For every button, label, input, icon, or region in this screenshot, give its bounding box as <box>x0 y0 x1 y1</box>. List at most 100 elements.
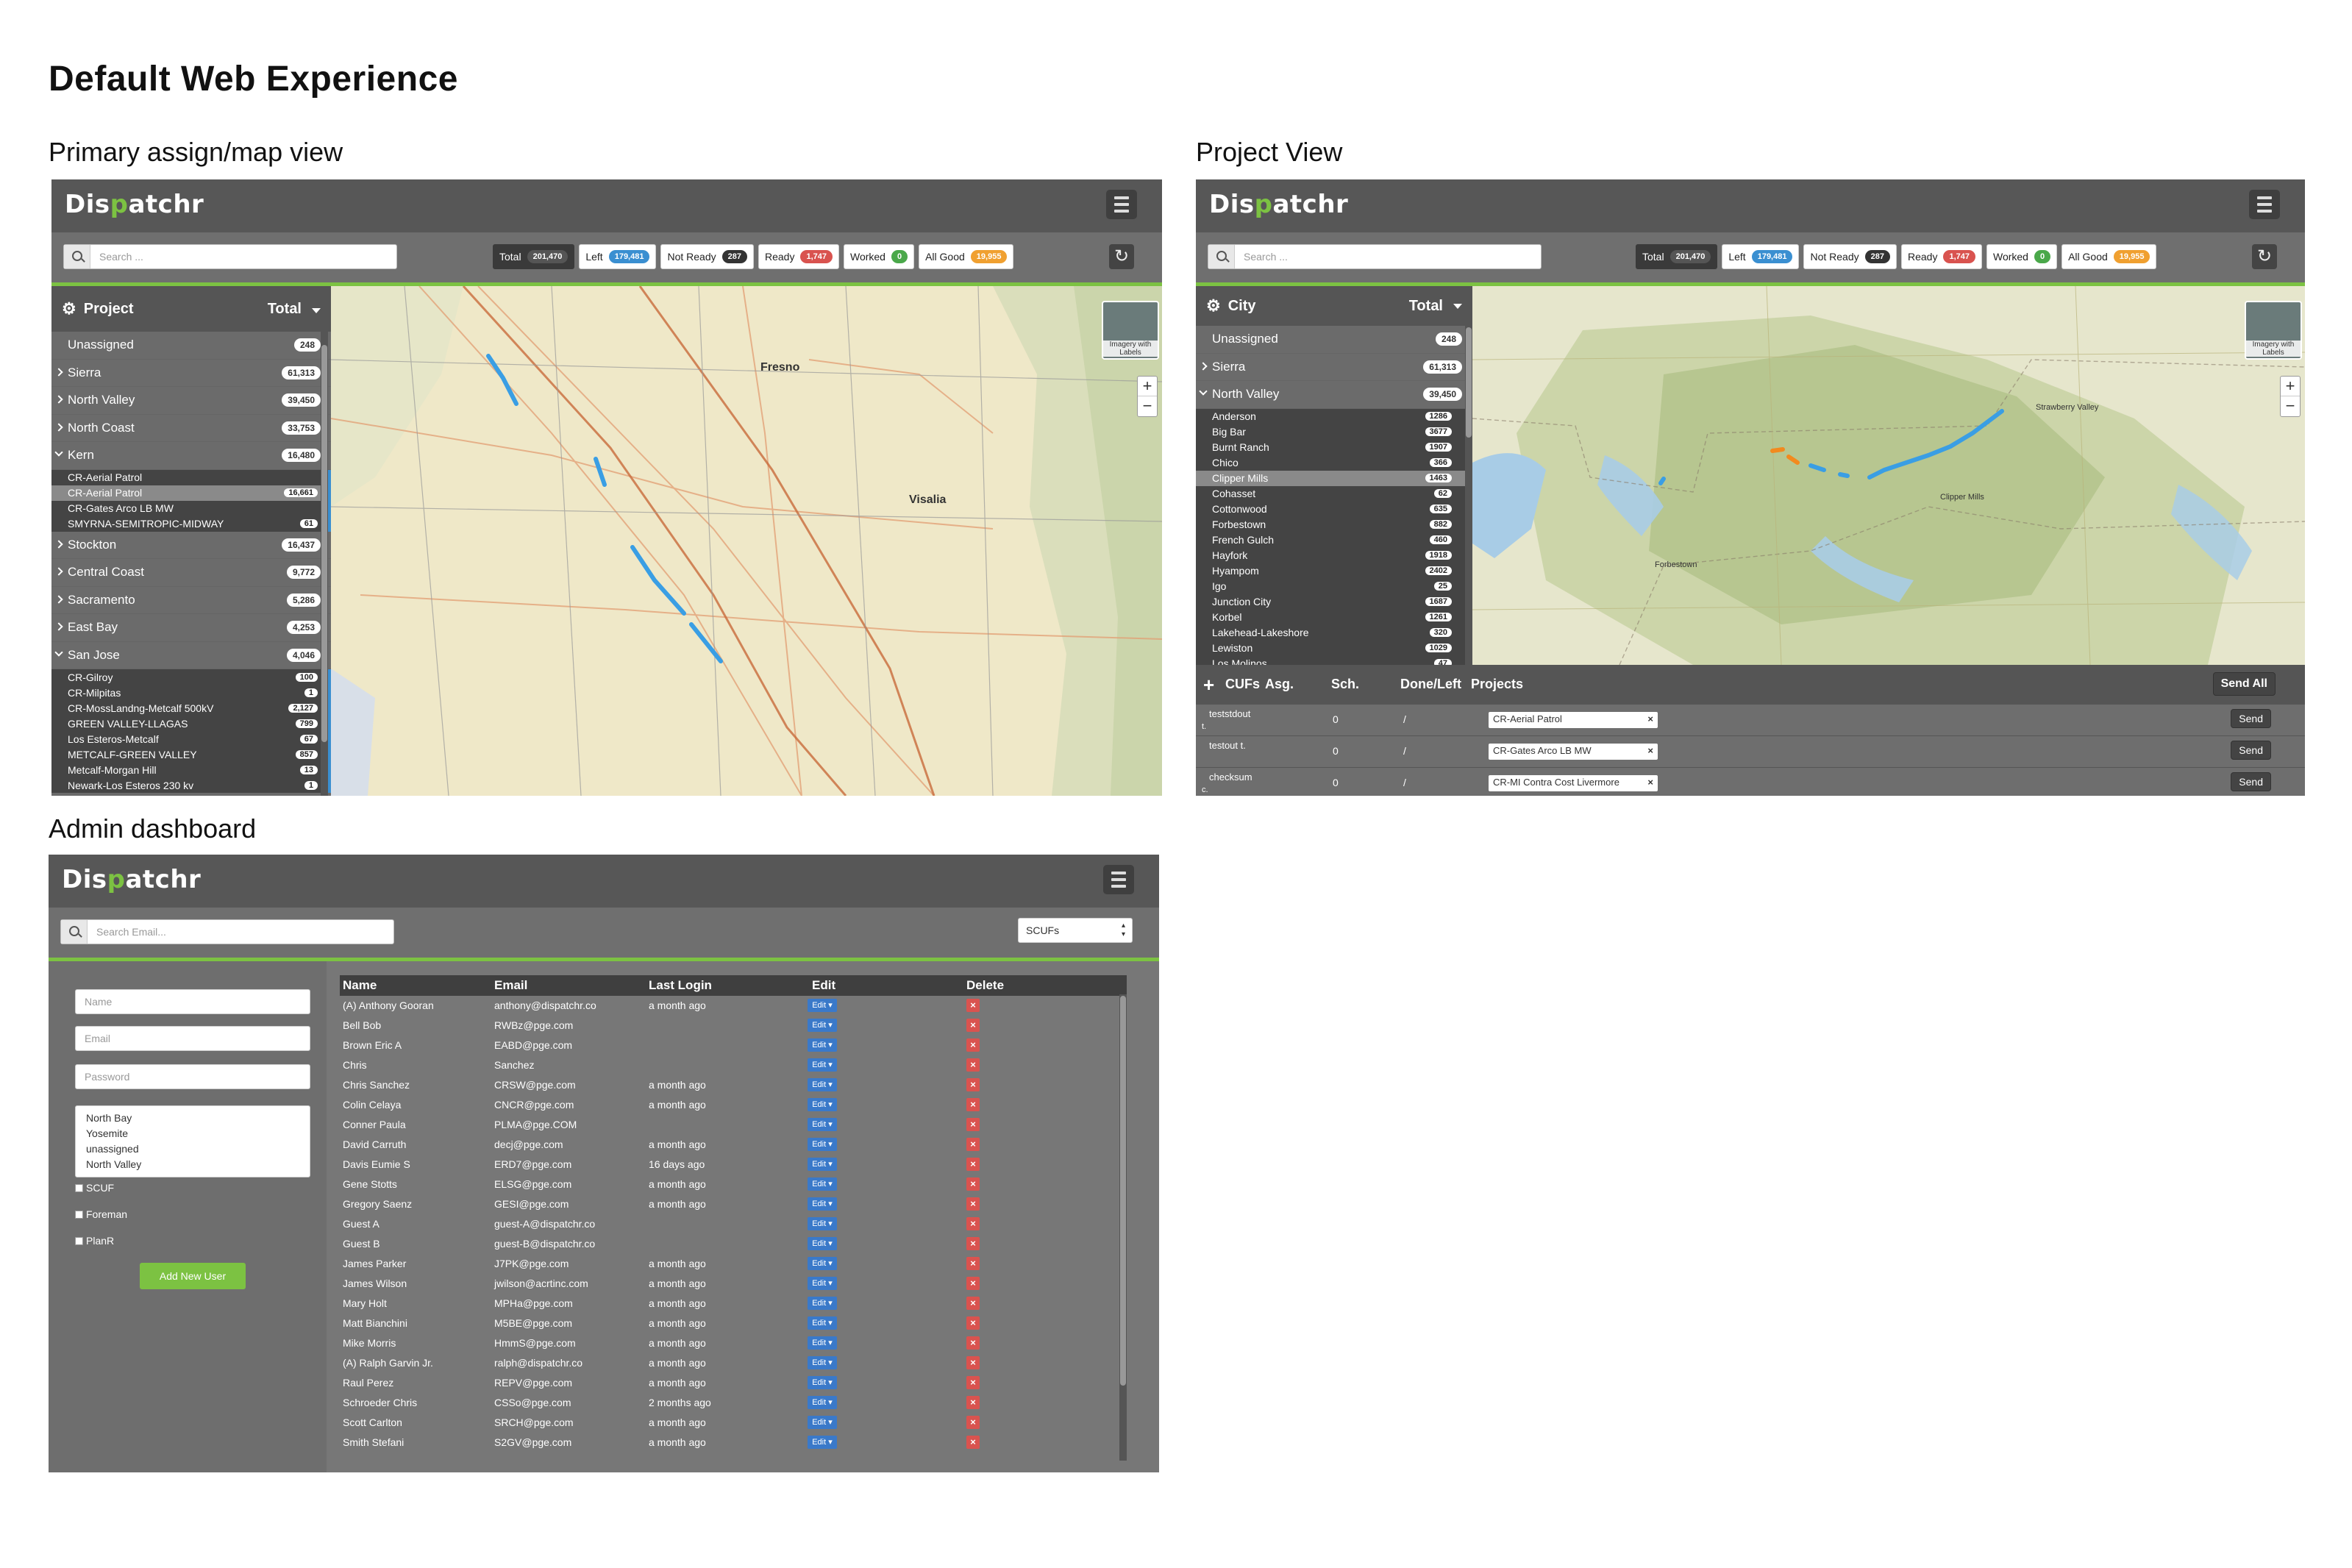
sidebar-city-item[interactable]: Clipper Mills 1463 <box>1196 470 1472 486</box>
sidebar-region[interactable]: Unassigned 248 <box>51 332 331 360</box>
edit-button[interactable]: Edit ▾ <box>808 1316 837 1330</box>
planr-checkbox[interactable]: PlanR <box>75 1235 114 1247</box>
chevron-icon[interactable] <box>54 422 63 432</box>
edit-button[interactable]: Edit ▾ <box>808 1336 837 1350</box>
stat-worked[interactable]: Worked 0 <box>843 244 915 269</box>
region-option[interactable]: North Bay <box>86 1111 299 1126</box>
edit-button[interactable]: Edit ▾ <box>808 1197 837 1211</box>
imagery-toggle[interactable]: Imagery with Labels <box>1102 301 1159 360</box>
edit-button[interactable]: Edit ▾ <box>808 1038 837 1052</box>
sidebar-region[interactable]: Sierra 61,313 <box>1196 354 1472 381</box>
delete-icon[interactable]: × <box>966 1376 980 1389</box>
delete-icon[interactable]: × <box>966 1098 980 1111</box>
sidebar-project-item[interactable]: CR-Aerial Patrol16,6612 <box>51 485 331 501</box>
sidebar-city-item[interactable]: Lewiston 1029 <box>1196 640 1472 656</box>
stat-total[interactable]: Total 201,470 <box>493 244 575 269</box>
foreman-checkbox[interactable]: Foreman <box>75 1208 127 1220</box>
sidebar-city-item[interactable]: Igo 25 <box>1196 578 1472 594</box>
map-area[interactable]: Fresno Visalia Imagery with Labels + − <box>331 286 1162 796</box>
sidebar-region[interactable]: Central Coast 9,772 <box>51 559 331 587</box>
sidebar-city-item[interactable]: Cohasset 62 <box>1196 485 1472 502</box>
delete-icon[interactable]: × <box>966 1058 980 1072</box>
zoom-out-button[interactable]: − <box>1138 396 1157 416</box>
sidebar-project-item[interactable]: Newark-Los Esteros 230 kv11 <box>51 777 331 793</box>
edit-button[interactable]: Edit ▾ <box>808 1217 837 1230</box>
chevron-icon[interactable] <box>1199 387 1208 396</box>
chevron-icon[interactable] <box>1199 361 1208 371</box>
edit-button[interactable]: Edit ▾ <box>808 1177 837 1191</box>
refresh-icon[interactable]: ↻ <box>1109 244 1134 269</box>
sidebar-region[interactable]: Sierra 61,313 <box>51 360 331 387</box>
sidebar-city-item[interactable]: Anderson 1286 <box>1196 408 1472 424</box>
chevron-icon[interactable] <box>54 647 63 657</box>
sidebar-city-item[interactable]: French Gulch 460 <box>1196 532 1472 548</box>
sidebar-city-item[interactable]: Los Molinos 47 <box>1196 655 1472 665</box>
delete-icon[interactable]: × <box>966 1297 980 1310</box>
sidebar-project-item[interactable]: CR-MossLandng-Metcalf 500kV2,1271 <box>51 700 331 716</box>
chevron-icon[interactable] <box>54 567 63 576</box>
sidebar-project-item[interactable]: GREEN VALLEY-LLAGAS7991 <box>51 716 331 731</box>
edit-button[interactable]: Edit ▾ <box>808 1019 837 1032</box>
sidebar-project-item[interactable]: Metcalf-Morgan Hill132 <box>51 762 331 777</box>
menu-icon[interactable] <box>1103 865 1134 894</box>
delete-icon[interactable]: × <box>966 1158 980 1171</box>
add-cuf-icon[interactable]: + <box>1203 674 1214 696</box>
remove-icon[interactable]: × <box>1647 745 1653 756</box>
edit-button[interactable]: Edit ▾ <box>808 1237 837 1250</box>
region-option[interactable]: Yosemite <box>86 1126 299 1141</box>
delete-icon[interactable]: × <box>966 1277 980 1290</box>
imagery-toggle[interactable]: Imagery with Labels <box>2245 301 2302 360</box>
chevron-down-icon[interactable] <box>1453 304 1462 309</box>
delete-icon[interactable]: × <box>966 1177 980 1191</box>
send-button[interactable]: Send <box>2231 772 2271 791</box>
region-option[interactable]: North Valley <box>86 1157 299 1172</box>
chevron-icon[interactable] <box>54 594 63 604</box>
delete-icon[interactable]: × <box>966 1197 980 1211</box>
sidebar-project-item[interactable]: CR-Aerial Patrol0 <box>51 469 331 485</box>
email-field[interactable]: Email <box>75 1026 310 1051</box>
cuf-row[interactable]: checksum c. 0/CR-MI Contra Cost Livermore ×… <box>1196 768 2305 796</box>
chevron-down-icon[interactable] <box>312 308 321 313</box>
send-button[interactable]: Send <box>2231 741 2271 760</box>
sidebar-project-item[interactable]: SMYRNA-SEMITROPIC-MIDWAY610 <box>51 516 331 532</box>
sidebar-header[interactable]: ⚙ City Total <box>1196 286 1472 326</box>
delete-icon[interactable]: × <box>966 1436 980 1449</box>
zoom-in-button[interactable]: + <box>1138 377 1157 396</box>
sidebar-region[interactable]: North Valley 39,450 <box>51 387 331 415</box>
delete-icon[interactable]: × <box>966 1257 980 1270</box>
project-tag[interactable]: CR-Aerial Patrol × <box>1489 712 1658 728</box>
refresh-icon[interactable]: ↻ <box>2252 244 2277 269</box>
sidebar-region[interactable]: East Bay 4,253 <box>51 614 331 642</box>
sidebar-project-item[interactable]: METCALF-GREEN VALLEY8571 <box>51 746 331 762</box>
stat-not-ready[interactable]: Not Ready 287 <box>660 244 754 269</box>
sidebar-region[interactable]: San Jose 4,046 <box>51 642 331 669</box>
edit-button[interactable]: Edit ▾ <box>808 1098 837 1111</box>
gear-icon[interactable]: ⚙ <box>1206 296 1221 316</box>
cuf-row[interactable]: testout t. 0/CR-Gates Arco LB MW × Send <box>1196 736 2305 768</box>
map-area[interactable]: Strawberry Valley Clipper Mills Forbesto… <box>1472 286 2305 665</box>
password-field[interactable]: Password <box>75 1064 310 1089</box>
sidebar-city-item[interactable]: Chico 366 <box>1196 455 1472 471</box>
region-option[interactable]: unassigned <box>86 1141 299 1157</box>
edit-button[interactable]: Edit ▾ <box>808 1356 837 1369</box>
sidebar-city-item[interactable]: Big Bar 3677 <box>1196 424 1472 440</box>
send-all-button[interactable]: Send All <box>2212 672 2276 696</box>
sidebar-city-item[interactable]: Cottonwood 635 <box>1196 501 1472 517</box>
chevron-icon[interactable] <box>54 448 63 457</box>
stat-left[interactable]: Left 179,481 <box>579 244 657 269</box>
edit-button[interactable]: Edit ▾ <box>808 1376 837 1389</box>
stat-all-good[interactable]: All Good 19,955 <box>2061 244 2157 269</box>
delete-icon[interactable]: × <box>966 1038 980 1052</box>
email-search-input[interactable]: Search Email... <box>60 919 394 944</box>
sidebar-region[interactable]: North Valley 39,450 <box>1196 381 1472 409</box>
stat-total[interactable]: Total 201,470 <box>1636 244 1718 269</box>
sidebar-city-item[interactable]: Hayfork 1918 <box>1196 547 1472 563</box>
sidebar-project-item[interactable]: CR-Milpitas10 <box>51 685 331 700</box>
edit-button[interactable]: Edit ▾ <box>808 1297 837 1310</box>
edit-button[interactable]: Edit ▾ <box>808 1396 837 1409</box>
delete-icon[interactable]: × <box>966 1237 980 1250</box>
chevron-icon[interactable] <box>54 539 63 549</box>
stat-all-good[interactable]: All Good 19,955 <box>919 244 1014 269</box>
edit-button[interactable]: Edit ▾ <box>808 1058 837 1072</box>
chevron-icon[interactable] <box>54 395 63 404</box>
